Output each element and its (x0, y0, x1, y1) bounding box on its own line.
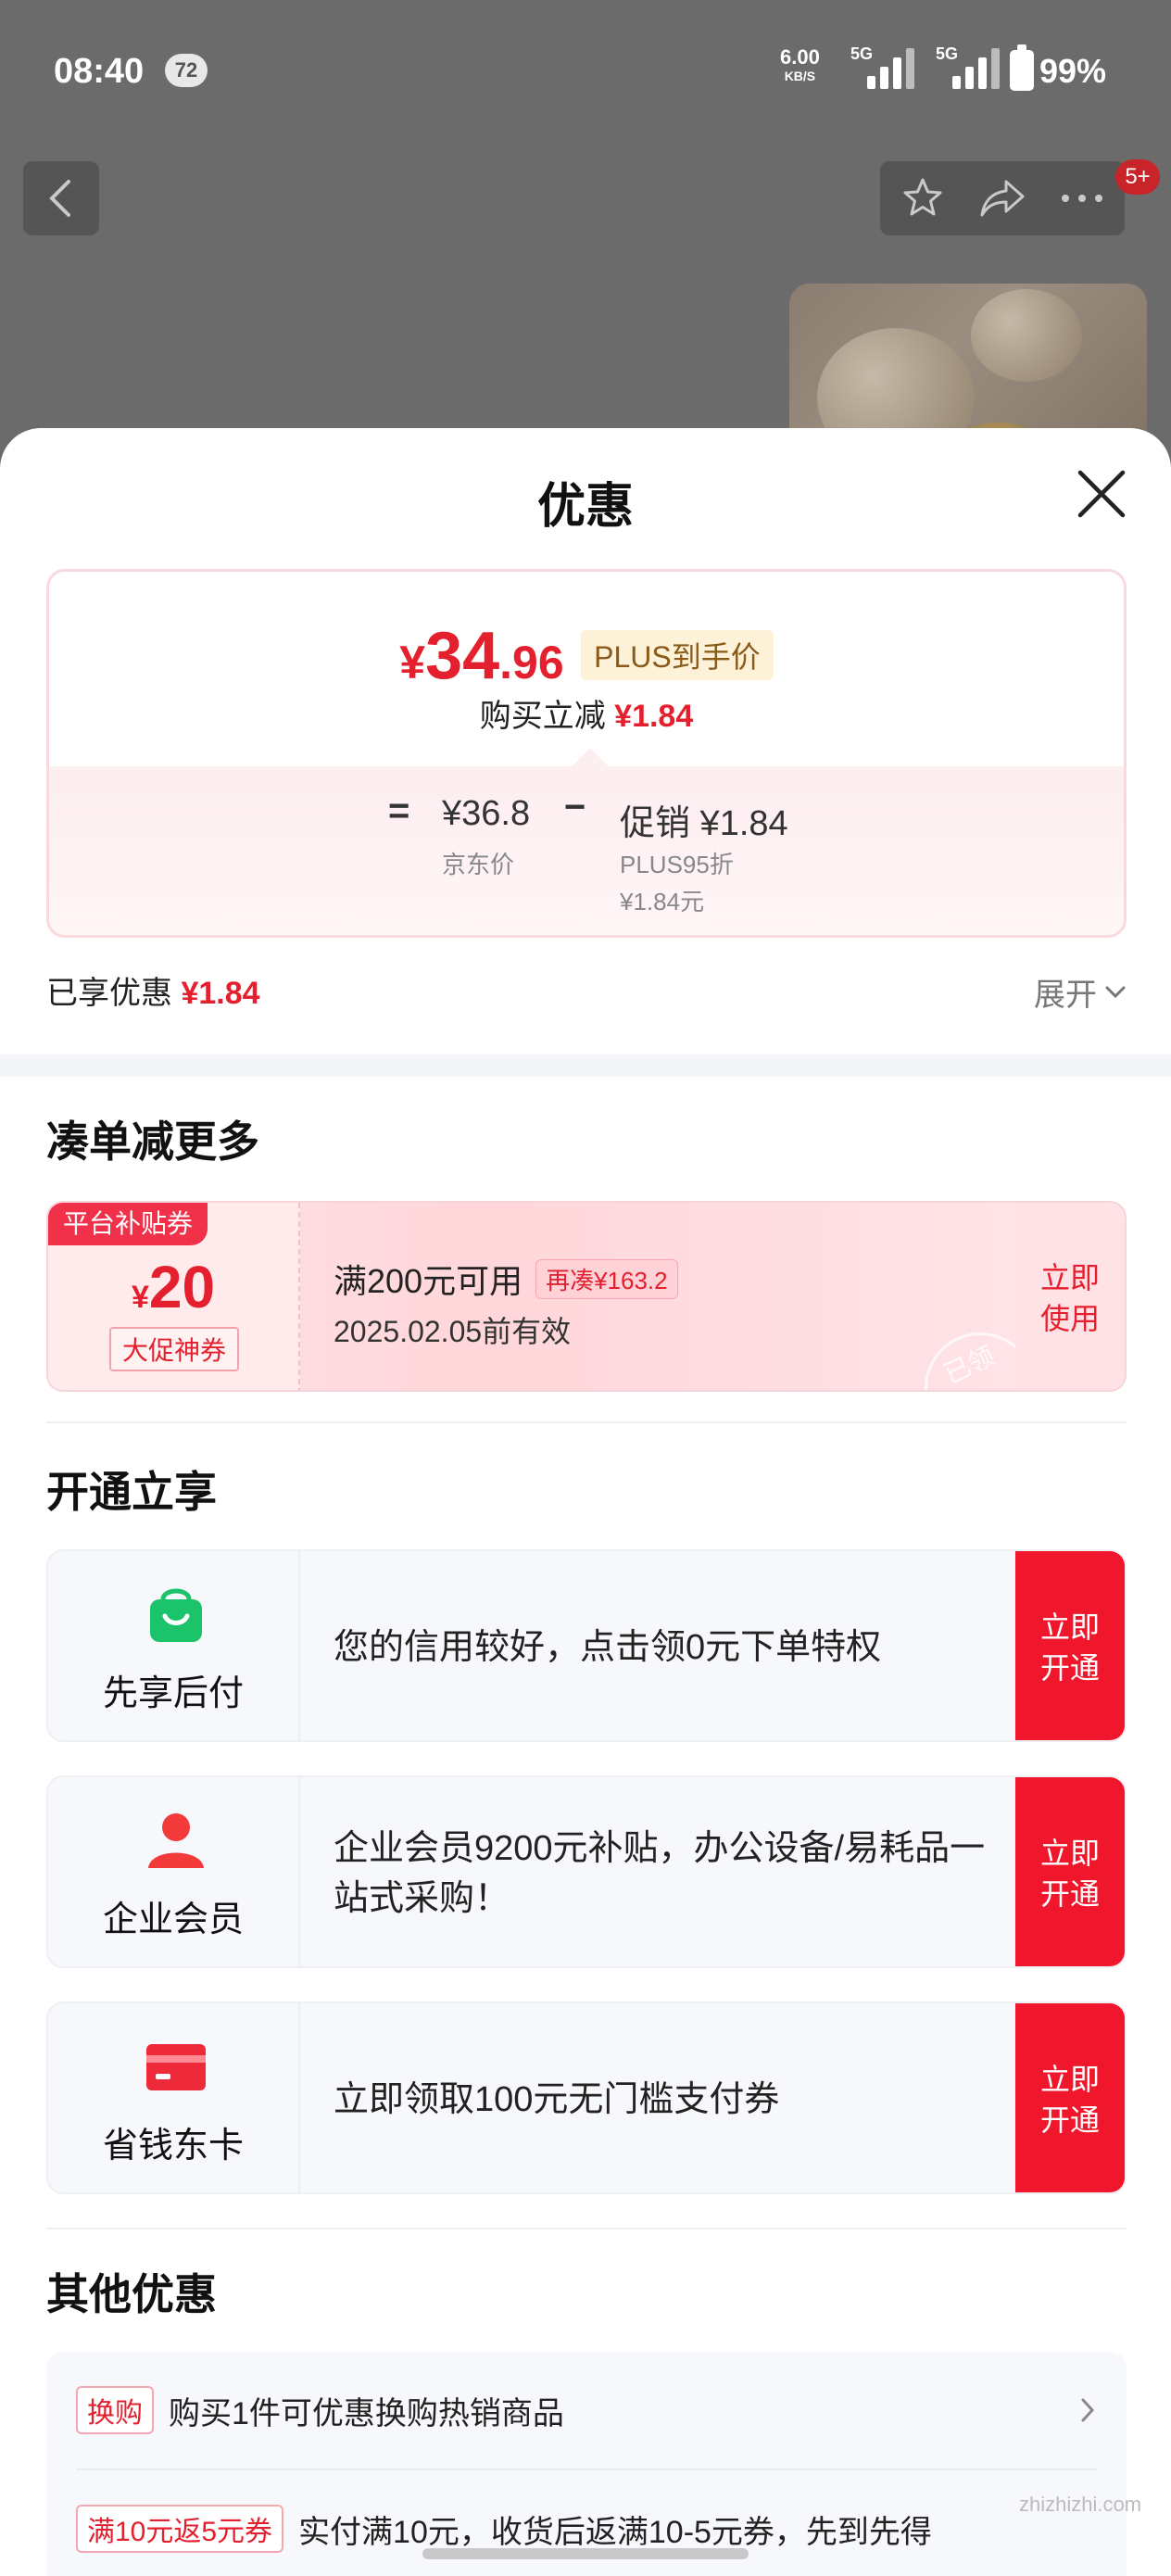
star-icon (903, 178, 942, 216)
buy-reduce-value: ¥1.84 (614, 699, 694, 734)
minus-sign: − (564, 787, 586, 827)
coupon-valid-until: 2025.02.05前有效 (334, 1315, 572, 1348)
expand-button[interactable]: 展开 (1034, 969, 1127, 1015)
coupon-amount: ¥20 (48, 1253, 298, 1321)
platform-coupon[interactable]: 平台补贴券 ¥20 大促神券 满200元可用 再凑¥163.2 2025.02.… (46, 1201, 1127, 1392)
open-now-label: 立即开通 (1039, 1837, 1100, 1911)
offer-tag: 换购 (76, 2386, 154, 2434)
open-card-desc: 立即领取100元无门槛支付券 (334, 2080, 780, 2119)
jd-price: ¥36.8 (442, 794, 531, 833)
coupon-condition-text: 满200元可用 (334, 1262, 523, 1300)
open-now-label: 立即开通 (1039, 1610, 1100, 1685)
open-card-desc: 您的信用较好，点击领0元下单特权 (334, 1628, 882, 1667)
battery-icon (1010, 44, 1034, 91)
open-card-enterprise-member[interactable]: 企业会员 企业会员9200元补贴，办公设备/易耗品一站式采购！ 立即开通 (46, 1775, 1127, 1968)
chevron-left-icon (49, 180, 70, 217)
price-currency: ¥ (399, 637, 426, 688)
section-title-other-offers: 其他优惠 (46, 2270, 217, 2318)
expand-label: 展开 (1034, 978, 1097, 1013)
discount-sheet: 优惠 ¥ 34 .96 PLUS到手价 购买立减 ¥1.84 = ¥36.8 京… (0, 428, 1171, 2576)
buy-reduce: 购买立减 ¥1.84 (49, 690, 1124, 736)
open-now-button[interactable]: 立即开通 (1015, 2003, 1125, 2192)
divider (46, 2228, 1127, 2229)
signal-icon (949, 46, 1002, 89)
open-now-label: 立即开通 (1039, 2063, 1100, 2137)
close-button[interactable] (1071, 463, 1132, 524)
share-button[interactable] (978, 174, 1026, 222)
final-price: ¥ 34 .96 PLUS到手价 (49, 618, 1124, 694)
offer-text: 实付满10元，收货后返满10-5元券，先到先得 (298, 2514, 932, 2550)
promo-detail-discount: PLUS95折 (620, 851, 734, 878)
open-now-button[interactable]: 立即开通 (1015, 1777, 1125, 1966)
buy-reduce-label: 购买立减 (479, 699, 606, 734)
other-offer-row[interactable]: 换购 购买1件可优惠换购热销商品 (76, 2352, 1097, 2469)
calc-notch (572, 748, 609, 785)
chevron-down-icon (1105, 986, 1126, 998)
open-card-desc: 企业会员9200元补贴，办公设备/易耗品一站式采购！ (334, 1829, 986, 1918)
top-action-group (880, 161, 1125, 235)
coupon-tag: 大促神券 (109, 1327, 240, 1371)
message-badge: 5+ (1115, 159, 1160, 195)
other-offer-row[interactable]: 满10元返5元券 实付满10元，收货后返满10-5元券，先到先得 (76, 2470, 1097, 2576)
sheet-title: 优惠 (536, 480, 634, 534)
net-speed-value: 6.00 (780, 45, 820, 69)
coupon-value-panel: 平台补贴券 ¥20 大促神券 (48, 1203, 300, 1390)
enjoyed-label: 已享优惠 (46, 976, 172, 1011)
open-card-name: 企业会员 (102, 1900, 244, 1939)
section-title-more-savings: 凑单减更多 (46, 1118, 259, 1166)
coupon-amount-value: 20 (148, 1254, 216, 1320)
section-title-open-enjoy: 开通立享 (46, 1468, 217, 1516)
open-card-name: 先享后付 (102, 1674, 244, 1713)
promo-amount: 促销 ¥1.84 (620, 804, 788, 843)
jd-price-label: 京东价 (442, 851, 515, 878)
use-coupon-label: 立即使用 (1039, 1261, 1100, 1335)
coupon-ribbon: 平台补贴券 (48, 1203, 208, 1245)
signal-icon (863, 46, 917, 89)
notification-count-badge: 72 (165, 54, 208, 87)
coupon-currency: ¥ (131, 1280, 149, 1315)
more-icon (1062, 195, 1102, 202)
background-page: 08:40 72 6.00 KB/S 5G 5G 99% 5+ (0, 0, 1171, 497)
back-button[interactable] (23, 161, 99, 235)
offer-text: 购买1件可优惠换购热销商品 (169, 2395, 564, 2431)
open-card-pay-later[interactable]: 先享后付 您的信用较好，点击领0元下单特权 立即开通 (46, 1549, 1127, 1742)
more-button[interactable] (1058, 174, 1106, 222)
open-card-name: 省钱东卡 (102, 2127, 244, 2166)
other-offers-list: 换购 购买1件可优惠换购热销商品 满10元返5元券 实付满10元，收货后返满10… (46, 2352, 1127, 2576)
close-icon (1077, 470, 1126, 518)
watermark: zhizhizhi.com (1019, 2493, 1142, 2516)
use-coupon-button[interactable]: 立即使用 (1015, 1203, 1125, 1390)
person-icon (148, 1813, 204, 1868)
plus-price-tag: PLUS到手价 (581, 630, 774, 680)
enjoyed-discount: 已享优惠 ¥1.84 (46, 967, 260, 1013)
net-speed: 6.00 KB/S (780, 45, 820, 85)
home-indicator[interactable] (422, 2548, 749, 2559)
price-card: ¥ 34 .96 PLUS到手价 购买立减 ¥1.84 = ¥36.8 京东价 … (46, 569, 1127, 938)
open-card-saving-card[interactable]: 省钱东卡 立即领取100元无门槛支付券 立即开通 (46, 2001, 1127, 2194)
divider (46, 1421, 1127, 1423)
battery-level: 99% (1039, 52, 1107, 90)
open-now-button[interactable]: 立即开通 (1015, 1551, 1125, 1740)
price-decimal: .96 (499, 637, 564, 688)
offer-tag: 满10元返5元券 (76, 2505, 284, 2553)
enjoyed-value: ¥1.84 (181, 976, 260, 1011)
coupon-condition: 满200元可用 再凑¥163.2 (334, 1255, 678, 1303)
status-bar: 08:40 72 6.00 KB/S 5G 5G 99% (0, 37, 1171, 102)
net-speed-unit: KB/S (784, 69, 816, 83)
shopping-bag-icon (150, 1588, 202, 1642)
status-time: 08:40 (54, 52, 145, 91)
price-integer: 34 (425, 619, 500, 693)
promo-detail-amount: ¥1.84元 (620, 888, 705, 915)
share-icon (980, 180, 1025, 217)
card-icon (146, 2044, 206, 2090)
price-calculation: = ¥36.8 京东价 − 促销 ¥1.84 PLUS95折 ¥1.84元 (49, 748, 1124, 935)
coupon-more-needed: 再凑¥163.2 (535, 1258, 678, 1299)
equals-sign: = (388, 790, 410, 831)
favorite-button[interactable] (899, 174, 947, 222)
chevron-right-icon (1081, 2398, 1095, 2422)
section-divider (0, 1054, 1171, 1077)
